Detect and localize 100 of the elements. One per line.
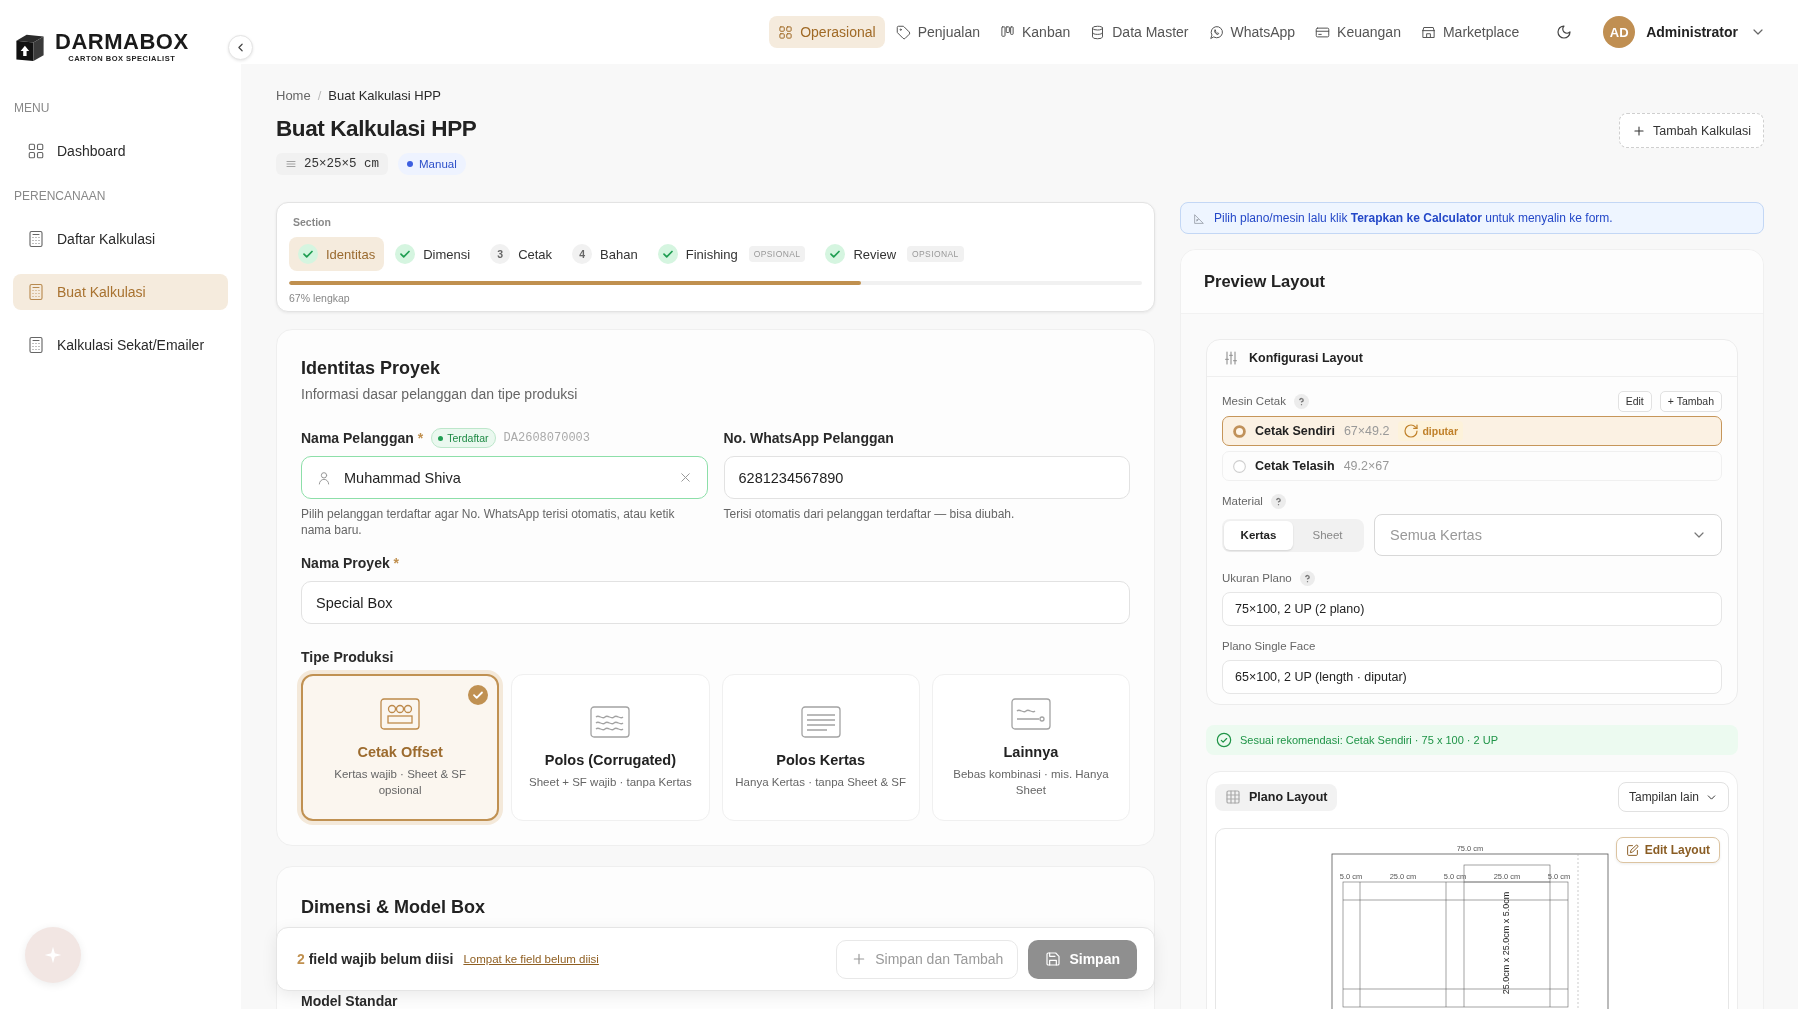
print-machine-icon <box>380 697 421 730</box>
nav-tab[interactable]: Kanban <box>990 16 1080 48</box>
step-tab[interactable]: Finishing OPSIONAL <box>648 237 815 271</box>
nav-tab[interactable]: Operasional <box>769 16 885 48</box>
sidebar-heading: MENU <box>13 101 51 115</box>
step-number: 4 <box>572 244 593 264</box>
chat-bubble-icon <box>1208 24 1224 40</box>
step-tab[interactable]: Dimensi <box>386 237 480 271</box>
help-icon[interactable] <box>1293 393 1309 409</box>
help-icon[interactable] <box>1270 493 1286 509</box>
field-label: Model Standar <box>301 992 398 1009</box>
nav-tab[interactable]: Penjualan <box>886 16 989 48</box>
whatsapp-number-field[interactable]: 6281234567890 <box>723 456 1130 499</box>
user-name[interactable]: Administrator <box>1646 24 1738 40</box>
brand-name: DARMABOX <box>55 31 189 54</box>
progress-text: 67% lengkap <box>289 291 351 305</box>
grid-icon <box>1225 789 1241 805</box>
field-label: Mesin Cetak <box>1222 395 1286 407</box>
help-text: Pilih pelanggan terdaftar agar No. WhatsApp terisi otomatis, atau ketik nama baru. <box>301 506 676 538</box>
size-text: 25×25×5 cm <box>304 157 379 171</box>
field-label: Tipe Produksi <box>301 649 394 665</box>
field-label: Plano Single Face <box>1222 640 1316 652</box>
sidebar-item[interactable]: Kalkulasi Sekat/Emailer <box>13 327 228 363</box>
production-type-card[interactable]: Lainnya Bebas kombinasi · mis. Hanya Sheet <box>931 674 1130 821</box>
customer-name-field[interactable]: Muhammad Shiva <box>301 456 708 499</box>
section-title: Identitas Proyek <box>301 357 442 380</box>
registered-text: Terdaftar <box>447 432 489 444</box>
kanban-icon <box>999 24 1015 40</box>
grid-icon <box>27 142 45 160</box>
field-label: Ukuran Plano <box>1222 572 1292 584</box>
rotate-icon <box>1403 423 1420 439</box>
plus-icon <box>1632 123 1647 138</box>
optional-badge: OPSIONAL <box>907 246 964 262</box>
edit-icon <box>1625 843 1639 857</box>
box-size-label: 25.0cm x 25.0cm x 5.0cm <box>1501 891 1512 995</box>
store-icon <box>1420 24 1436 40</box>
tag-icon <box>895 24 911 40</box>
single-face-field[interactable]: 65×100, 2 UP (length · diputar) <box>1222 660 1722 694</box>
field-label: Nama Proyek * <box>301 555 400 571</box>
page-title: Buat Kalkulasi HPP <box>276 115 477 143</box>
paper-sheet-icon <box>800 705 841 738</box>
radio-icon <box>1233 424 1246 438</box>
banner-text: Pilih plano/mesin lalu klik Terapkan ke Calculator untuk menyalin ke form. <box>1214 211 1613 225</box>
plano-layout-tab[interactable]: Plano Layout <box>1215 783 1338 811</box>
plano-size-field[interactable]: 75×100, 2 UP (2 plano) <box>1222 592 1722 626</box>
edit-button[interactable]: Edit <box>1617 390 1652 412</box>
help-icon[interactable] <box>1299 570 1315 586</box>
jump-link[interactable]: Lompat ke field belum diisi <box>463 953 599 965</box>
section-title: Dimensi & Model Box <box>301 896 487 919</box>
moon-icon <box>1556 24 1573 40</box>
user-icon <box>316 469 332 486</box>
machine-option[interactable]: Cetak Telasih 49.2×67 <box>1222 451 1722 481</box>
step-tab[interactable]: Review OPSIONAL <box>816 237 973 271</box>
machine-option[interactable]: Cetak Sendiri 67×49.2 diputar <box>1222 416 1722 446</box>
sidebar-item[interactable]: Dashboard <box>13 133 228 169</box>
config-title: Konfigurasi Layout <box>1249 351 1363 365</box>
calculator-icon <box>27 230 45 248</box>
calculator-icon <box>27 283 45 301</box>
breadcrumb-link[interactable]: Home <box>276 88 311 104</box>
calculator-icon <box>27 336 45 354</box>
production-type-card[interactable]: Polos (Corrugated) Sheet + SF wajib · tanpa Kertas <box>511 674 710 821</box>
radio-icon <box>1233 459 1246 473</box>
grid-icon <box>778 24 794 40</box>
nav-tab[interactable]: Data Master <box>1081 16 1198 48</box>
stepper-heading: Section <box>292 215 332 229</box>
sidebar-item[interactable]: Buat Kalkulasi <box>13 274 228 310</box>
mode-text: Manual <box>419 158 457 170</box>
ruler-icon <box>1193 211 1206 225</box>
credit-card-icon <box>1315 24 1331 40</box>
missing-fields-text: 2 field wajib belum diisi <box>297 951 454 967</box>
field-label: Nama Pelanggan * <box>301 430 424 446</box>
step-number: 3 <box>490 244 511 264</box>
recommendation-text: Sesuai rekomendasi: Cetak Sendiri · 75 x 100 · 2 UP <box>1240 734 1499 746</box>
rotated-text: diputar <box>1422 425 1459 437</box>
optional-badge: OPSIONAL <box>748 246 806 262</box>
section-subtitle: Informasi dasar pelanggan dan tipe produksi <box>301 385 579 403</box>
step-tab[interactable]: 3 Cetak <box>481 237 562 271</box>
edit-layout-button[interactable]: Edit Layout <box>1615 837 1720 863</box>
database-icon <box>1090 24 1106 40</box>
breadcrumb-current: Buat Kalkulasi HPP <box>328 88 442 104</box>
add-calculation-button[interactable]: Tambah Kalkulasi <box>1619 113 1764 148</box>
nav-tab[interactable]: Keuangan <box>1306 16 1410 48</box>
status-dot-icon <box>407 161 413 167</box>
material-tab[interactable]: Kertas <box>1224 520 1293 550</box>
production-type-card[interactable]: Polos Kertas Hanya Kertas · tanpa Sheet & SF <box>721 674 920 821</box>
project-name-field[interactable]: Special Box <box>301 581 1130 624</box>
save-icon <box>1045 951 1062 967</box>
list-icon <box>285 158 297 170</box>
field-label: Material <box>1222 495 1263 507</box>
nav-tab[interactable]: Marketplace <box>1411 16 1529 48</box>
step-tab[interactable]: 4 Bahan <box>563 237 647 271</box>
add-machine-button[interactable]: + Tambah <box>1659 390 1722 412</box>
view-select[interactable]: Tampilan lain <box>1617 782 1729 812</box>
field-label: No. WhatsApp Pelanggan <box>723 430 894 446</box>
sidebar-item[interactable]: Daftar Kalkulasi <box>13 221 228 257</box>
nav-tab[interactable]: WhatsApp <box>1199 16 1305 48</box>
step-tab[interactable]: Identitas <box>289 237 385 271</box>
preview-title: Preview Layout <box>1204 272 1326 291</box>
help-text: Terisi otomatis dari pelanggan terdaftar — bisa diubah. <box>723 506 1016 522</box>
customer-code: DA2608070003 <box>503 431 590 445</box>
